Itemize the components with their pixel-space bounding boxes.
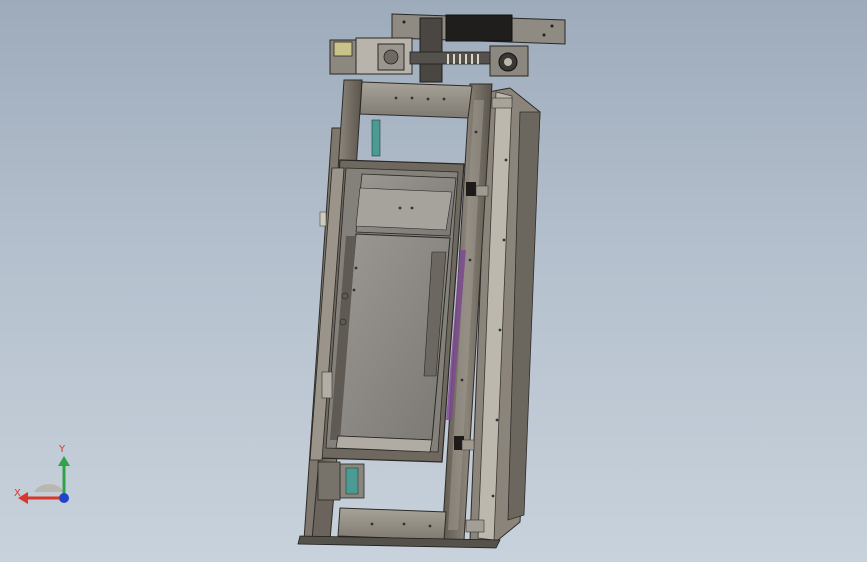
lower-rail-block	[317, 461, 365, 501]
orientation-triad: Y X	[14, 444, 70, 504]
upper-linear-rail	[371, 119, 381, 157]
machine-frame-model[interactable]	[0, 0, 867, 562]
top-drive-assembly	[329, 13, 566, 83]
y-axis-label: Y	[58, 444, 66, 455]
cad-viewport[interactable]: Y X	[0, 0, 867, 562]
triad-plane-icon	[34, 484, 64, 492]
x-axis-label: X	[14, 488, 21, 499]
z-axis-dot-icon	[59, 493, 69, 503]
